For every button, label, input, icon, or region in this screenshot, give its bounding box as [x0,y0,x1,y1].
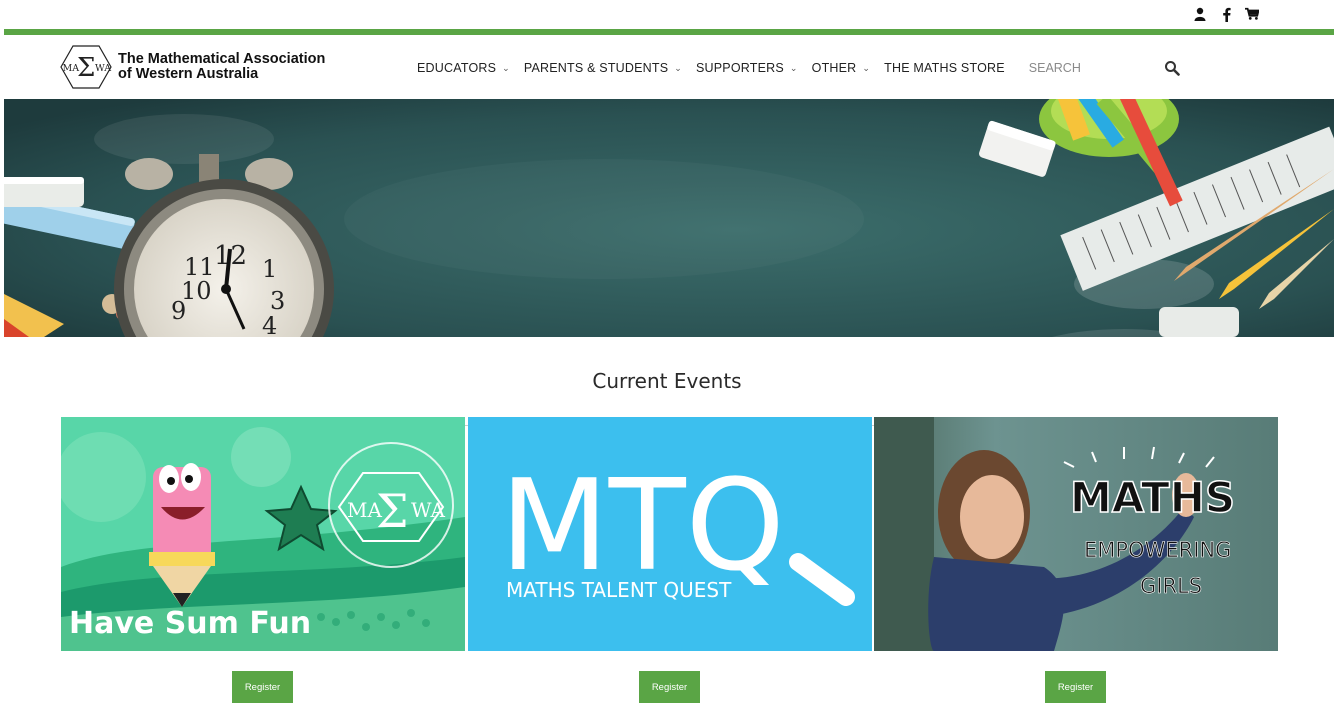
social-icons [1193,6,1259,22]
svg-text:9: 9 [171,297,186,325]
nav-label: PARENTS & STUDENTS [523,61,669,75]
chevron-down-icon: ⌄ [789,62,798,73]
nav-educators[interactable]: EDUCATORS ⌄ [417,61,510,75]
chevron-down-icon: ⌄ [502,62,510,73]
user-icon[interactable] [1193,6,1207,22]
empowering-text: EMPOWERING [1084,538,1231,562]
card-image-title: Have Sum Fun [69,606,311,641]
search-icon[interactable] [1164,60,1180,76]
chevron-down-icon: ⌄ [674,62,682,73]
hero-banner: 12 1 3 4 10 9 11 [4,99,1334,337]
svg-text:WA: WA [95,63,111,74]
girls-text: GIRLS [1140,574,1202,598]
nav-maths-store[interactable]: THE MATHS STORE [884,61,1005,75]
svg-text:Σ: Σ [77,53,95,83]
maths-empowering-girls-image: MATHS EMPOWERING GIRLS [874,417,1278,651]
nav-label: THE MATHS STORE [884,61,1005,75]
maths-title: MATHS [1070,473,1235,522]
nav-other[interactable]: OTHER ⌄ [812,61,871,75]
mtq-subtitle: MATHS TALENT QUEST [506,578,732,602]
register-button[interactable]: Register [1045,671,1106,703]
register-button[interactable]: Register [639,671,700,703]
event-card-maths-empowering-girls[interactable]: MATHS EMPOWERING GIRLS [874,417,1278,651]
site-header: MA Σ WA The Mathematical Association of … [4,35,1334,99]
section-title: Current Events [592,369,742,393]
search-input[interactable]: SEARCH [1029,61,1081,75]
mawa-logo-mark: MA Σ WA [60,45,112,89]
top-utility-bar [0,0,1334,29]
chevron-down-icon: ⌄ [862,62,871,73]
site-logo[interactable]: MA Σ WA The Mathematical Association of … [60,43,325,91]
cart-icon[interactable] [1245,6,1259,22]
have-sum-fun-image: MA Σ WA Have Sum Fun [61,417,465,651]
event-card-have-sum-fun[interactable]: MA Σ WA Have Sum Fun [61,417,465,651]
logo-line-1: The Mathematical Association [118,51,326,67]
svg-text:3: 3 [270,287,285,315]
facebook-icon[interactable] [1219,6,1233,22]
svg-text:11: 11 [184,253,215,281]
chalkboard-illustration: 12 1 3 4 10 9 11 [4,99,1334,337]
nav-label: EDUCATORS [417,61,497,75]
svg-text:WA: WA [411,498,446,522]
logo-text: The Mathematical Association of Western … [118,52,325,82]
mtq-logo-text: MTQ [500,452,785,599]
svg-text:Σ: Σ [376,484,409,538]
main-nav: EDUCATORS ⌄ PARENTS & STUDENTS ⌄ SUPPORT… [417,61,1081,75]
event-card-mtq[interactable]: MTQ MATHS TALENT QUEST [468,417,872,651]
nav-parents-students[interactable]: PARENTS & STUDENTS ⌄ [524,61,682,75]
nav-label: OTHER [811,61,857,75]
svg-text:4: 4 [262,312,277,337]
nav-label: SUPPORTERS [696,61,784,75]
svg-text:1: 1 [262,255,277,283]
logo-line-2: of Western Australia [118,66,259,82]
mtq-image: MTQ MATHS TALENT QUEST [468,417,872,651]
register-button[interactable]: Register [232,671,293,703]
nav-supporters[interactable]: SUPPORTERS ⌄ [696,61,798,75]
